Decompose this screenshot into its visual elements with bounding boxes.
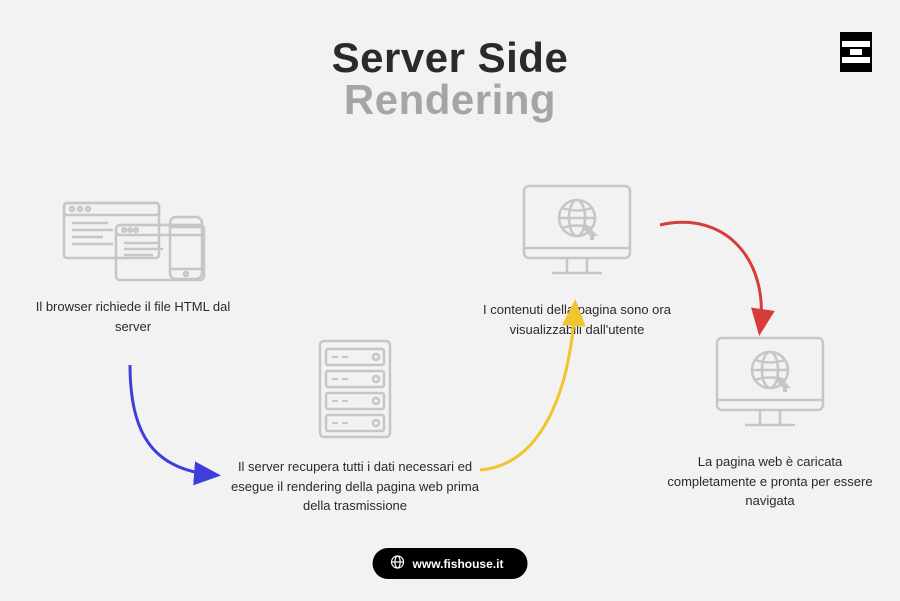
arrow-1-to-2	[130, 365, 215, 475]
footer-pill: www.fishouse.it	[373, 548, 528, 579]
globe-icon	[391, 555, 405, 572]
flow-arrows	[0, 0, 900, 601]
arrow-2-to-3	[480, 305, 575, 470]
arrow-3-to-4	[660, 222, 761, 330]
footer-url: www.fishouse.it	[413, 557, 504, 571]
